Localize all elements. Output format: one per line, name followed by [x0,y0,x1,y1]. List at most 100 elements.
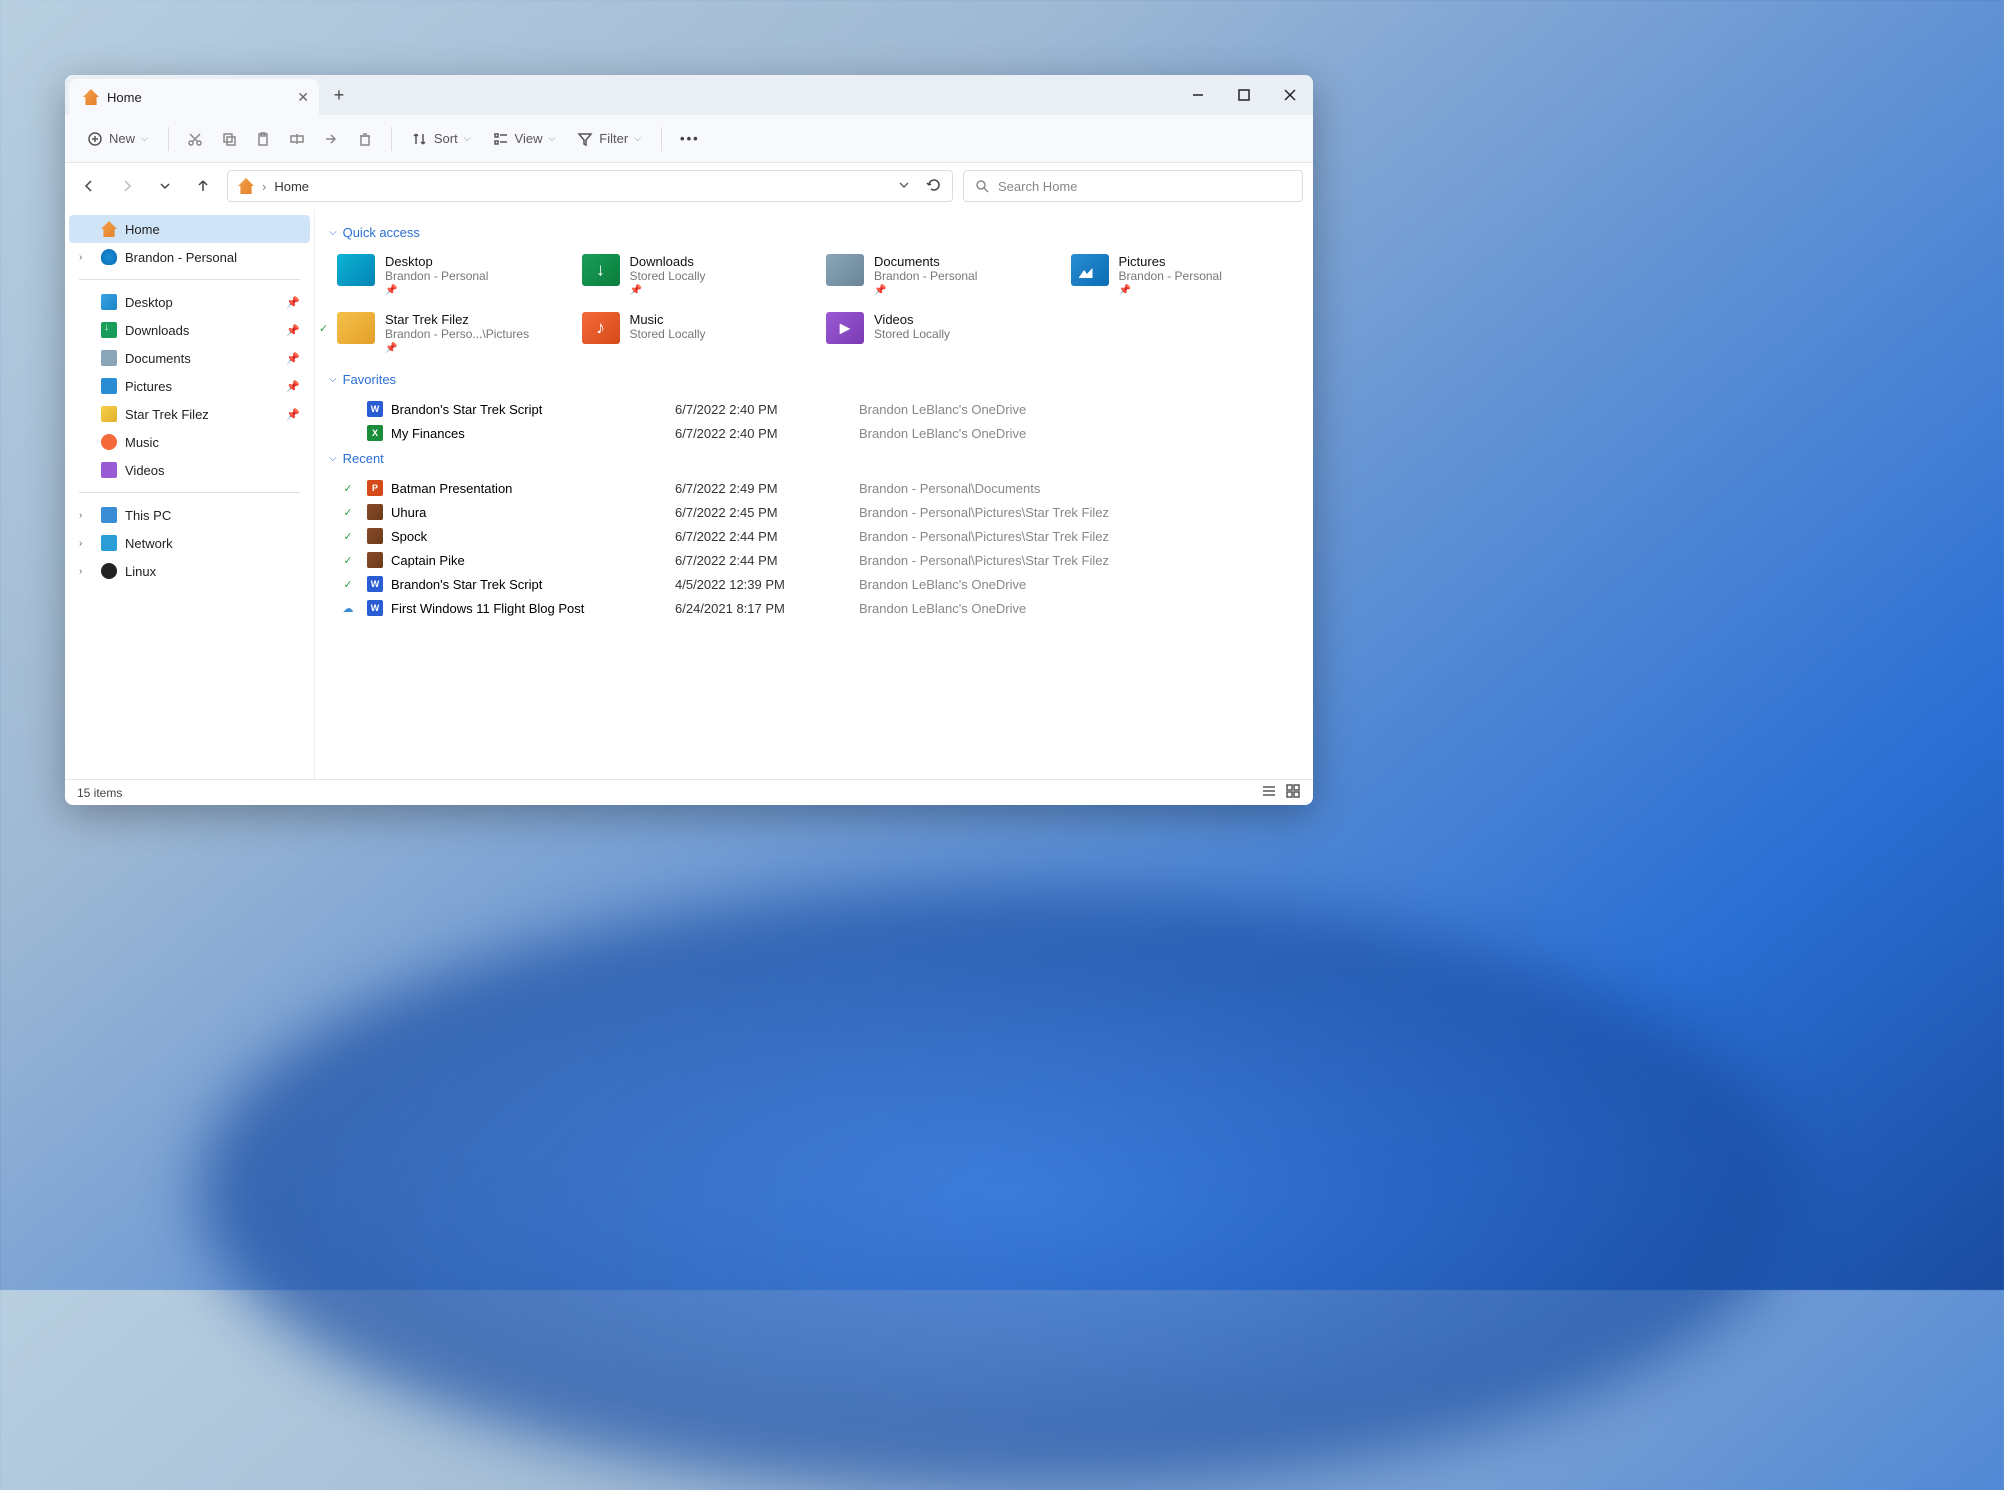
rename-button[interactable] [283,125,311,153]
close-button[interactable] [1267,75,1313,115]
share-button[interactable] [317,125,345,153]
file-row[interactable]: ✓WBrandon's Star Trek Script4/5/2022 12:… [329,572,1299,596]
cloud-icon: ☁ [333,602,363,615]
address-bar[interactable]: › Home [227,170,953,202]
paste-button[interactable] [249,125,277,153]
details-view-button[interactable] [1261,783,1277,802]
folder-name: Videos [874,312,950,327]
filter-button[interactable]: Filter ⌵ [569,127,649,151]
section-favorites[interactable]: ⌵ Favorites [329,372,1299,387]
quick-access-documents[interactable]: DocumentsBrandon - Personal📌 [818,250,1055,300]
sidebar-item-this-pc[interactable]: › This PC [69,501,310,529]
address-dropdown[interactable] [896,177,912,196]
chevron-down-icon: ⌵ [329,227,337,238]
ppt-file-icon: P [367,480,383,496]
cut-button[interactable] [181,125,209,153]
sidebar-item-label: Videos [125,463,165,478]
sidebar-item-label: This PC [125,508,171,523]
expand-icon[interactable]: › [79,252,93,263]
sidebar-item-network[interactable]: ›Network [69,529,310,557]
forward-button[interactable] [113,172,141,200]
downloads-icon [101,322,117,338]
videos-icon [101,462,117,478]
file-row[interactable]: ✓Uhura6/7/2022 2:45 PMBrandon - Personal… [329,500,1299,524]
quick-access-downloads[interactable]: DownloadsStored Locally📌 [574,250,811,300]
sidebar-item-pictures[interactable]: Pictures 📌 [69,372,310,400]
file-location: Brandon - Personal\Pictures\Star Trek Fi… [859,529,1295,544]
file-row[interactable]: ☁WFirst Windows 11 Flight Blog Post6/24/… [329,596,1299,620]
file-location: Brandon LeBlanc's OneDrive [859,577,1295,592]
folder-icon [101,406,117,422]
thumbnails-view-button[interactable] [1285,783,1301,802]
section-recent[interactable]: ⌵ Recent [329,451,1299,466]
expand-icon[interactable]: › [79,510,93,521]
search-icon [974,178,990,194]
onedrive-icon [101,249,117,265]
back-button[interactable] [75,172,103,200]
sidebar-item-label: Downloads [125,323,189,338]
music-icon [101,434,117,450]
word-file-icon: W [367,401,383,417]
section-quick-access[interactable]: ⌵ Quick access [329,225,1299,240]
chevron-down-icon: ⌵ [329,453,337,464]
quick-access-star-trek-filez[interactable]: ✓Star Trek FilezBrandon - Perso...\Pictu… [329,308,566,358]
maximize-button[interactable] [1221,75,1267,115]
up-button[interactable] [189,172,217,200]
sidebar-item-music[interactable]: Music [69,428,310,456]
view-button[interactable]: View ⌵ [485,127,564,151]
sidebar-item-label: Music [125,435,159,450]
word-file-icon: W [367,576,383,592]
sidebar-item-desktop[interactable]: Desktop📌 [69,288,310,316]
file-name: My Finances [391,426,671,441]
close-tab-button[interactable]: ✕ [297,89,309,106]
refresh-button[interactable] [926,177,942,196]
more-button[interactable]: ••• [674,125,706,152]
pin-icon: 📌 [630,285,706,296]
toolbar: New ⌵ Sort ⌵ View ⌵ Filter ⌵ ••• [65,115,1313,163]
sidebar-item-downloads[interactable]: Downloads 📌 [69,316,310,344]
img-file-icon [367,552,383,568]
search-input[interactable]: Search Home [963,170,1303,202]
delete-button[interactable] [351,125,379,153]
breadcrumb-current[interactable]: Home [274,179,309,194]
quick-access-pictures[interactable]: PicturesBrandon - Personal📌 [1063,250,1300,300]
file-row[interactable]: XMy Finances6/7/2022 2:40 PMBrandon LeBl… [329,421,1299,445]
navbar: › Home Search Home [65,163,1313,209]
pin-icon: 📌 [286,380,300,393]
sidebar-item-star-trek-filez[interactable]: Star Trek Filez📌 [69,400,310,428]
expand-icon[interactable]: › [79,566,93,577]
quick-access-videos[interactable]: VideosStored Locally [818,308,1055,358]
rename-icon [289,131,305,147]
file-location: Brandon - Personal\Pictures\Star Trek Fi… [859,553,1295,568]
tab-home[interactable]: Home ✕ [69,79,319,115]
chevron-down-icon: ⌵ [329,374,337,385]
file-row[interactable]: WBrandon's Star Trek Script6/7/2022 2:40… [329,397,1299,421]
documents-icon [101,350,117,366]
sidebar-item-videos[interactable]: Videos [69,456,310,484]
copy-button[interactable] [215,125,243,153]
pin-icon: 📌 [385,343,529,354]
sidebar-item-label: Pictures [125,379,172,394]
file-row[interactable]: ✓PBatman Presentation6/7/2022 2:49 PMBra… [329,476,1299,500]
titlebar: Home ✕ + [65,75,1313,115]
pin-icon: 📌 [286,408,300,421]
network-icon [101,535,117,551]
new-button[interactable]: New ⌵ [79,127,156,151]
expand-icon[interactable]: › [79,538,93,549]
quick-access-desktop[interactable]: DesktopBrandon - Personal📌 [329,250,566,300]
sidebar-item-linux[interactable]: ›Linux [69,557,310,585]
minimize-button[interactable] [1175,75,1221,115]
recent-dropdown[interactable] [151,172,179,200]
new-tab-button[interactable]: + [319,75,359,115]
sidebar-item-brandon-personal[interactable]: ›Brandon - Personal [69,243,310,271]
quick-access-music[interactable]: MusicStored Locally [574,308,811,358]
file-location: Brandon - Personal\Documents [859,481,1295,496]
file-row[interactable]: ✓Spock6/7/2022 2:44 PMBrandon - Personal… [329,524,1299,548]
thispc-icon [101,507,117,523]
sidebar-item-home[interactable]: Home [69,215,310,243]
file-row[interactable]: ✓Captain Pike6/7/2022 2:44 PMBrandon - P… [329,548,1299,572]
home-icon [101,221,117,237]
pin-icon: 📌 [286,324,300,337]
sidebar-item-documents[interactable]: Documents📌 [69,344,310,372]
sort-button[interactable]: Sort ⌵ [404,127,479,151]
